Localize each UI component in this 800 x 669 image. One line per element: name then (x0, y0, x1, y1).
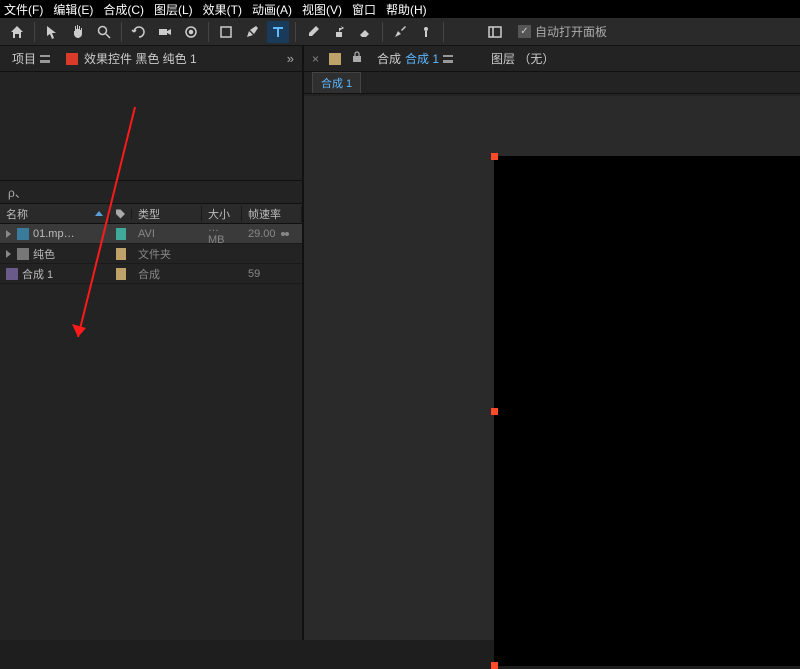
home-icon[interactable] (6, 21, 28, 43)
tab-effect-controls-label: 效果控件 黑色 纯色 1 (84, 50, 197, 67)
menu-layer[interactable]: 图层(L) (154, 1, 193, 18)
menu-bar: 文件(F) 编辑(E) 合成(C) 图层(L) 效果(T) 动画(A) 视图(V… (0, 0, 800, 18)
panel-menu-icon[interactable] (40, 55, 50, 63)
selection-handle[interactable] (491, 153, 498, 160)
tab-layer-viewer[interactable]: 图层 （无） (487, 48, 558, 69)
comp-name-label: 合成 1 (405, 50, 439, 67)
selection-tool-icon[interactable] (41, 21, 63, 43)
clone-stamp-tool-icon[interactable] (328, 21, 350, 43)
folder-icon (17, 248, 29, 260)
checkbox-icon: ✓ (518, 25, 531, 38)
col-framerate[interactable]: 帧速率 (242, 206, 302, 222)
project-panel: 项目 效果控件 黑色 纯色 1 » ρ、 名称 类型 大小 帧速率 01.mp…… (0, 46, 304, 640)
disclosure-icon (6, 230, 11, 238)
pan-behind-tool-icon[interactable] (180, 21, 202, 43)
label-swatch-icon (116, 248, 126, 260)
viewer-close-icon[interactable]: × (312, 52, 319, 66)
selection-handle[interactable] (491, 408, 498, 415)
col-type[interactable]: 类型 (132, 206, 202, 222)
menu-effect[interactable]: 效果(T) (203, 1, 242, 18)
auto-open-panel-label: 自动打开面板 (535, 23, 607, 40)
project-search[interactable]: ρ、 (0, 180, 302, 204)
panel-toggle-icon[interactable] (484, 21, 506, 43)
tab-composition-viewer[interactable]: 合成 合成 1 (373, 48, 457, 69)
menu-file[interactable]: 文件(F) (4, 1, 43, 18)
subtab-composition[interactable]: 合成 1 (312, 72, 361, 93)
tab-project-label: 项目 (12, 50, 36, 67)
label-swatch-icon (116, 268, 126, 280)
composition-viewer-panel: × 合成 合成 1 图层 （无） 合成 1 a (304, 46, 800, 640)
menu-view[interactable]: 视图(V) (302, 1, 342, 18)
video-file-icon (17, 228, 29, 240)
eraser-tool-icon[interactable] (354, 21, 376, 43)
hand-tool-icon[interactable] (67, 21, 89, 43)
rectangle-tool-icon[interactable] (215, 21, 237, 43)
col-size[interactable]: 大小 (202, 206, 242, 222)
menu-help[interactable]: 帮助(H) (386, 1, 427, 18)
camera-tool-icon[interactable] (154, 21, 176, 43)
menu-edit[interactable]: 编辑(E) (53, 1, 93, 18)
layer-viewer-label: 图层 （无） (491, 50, 554, 67)
col-label[interactable] (110, 209, 132, 219)
search-icon: ρ、 (8, 184, 27, 201)
disclosure-icon (6, 250, 11, 258)
tab-effect-controls[interactable]: 效果控件 黑色 纯色 1 (62, 48, 201, 69)
overflow-icon[interactable]: » (287, 51, 294, 66)
puppet-pin-tool-icon[interactable] (415, 21, 437, 43)
project-item-video[interactable]: 01.mp… AVI … MB 29.00 (0, 224, 302, 244)
orbit-tool-icon[interactable] (128, 21, 150, 43)
project-item-composition[interactable]: 合成 1 合成 59 (0, 264, 302, 284)
color-swatch-icon (66, 53, 78, 65)
pen-tool-icon[interactable] (241, 21, 263, 43)
label-swatch-icon (329, 53, 341, 65)
project-item-folder[interactable]: 纯色 文件夹 (0, 244, 302, 264)
brush-tool-icon[interactable] (302, 21, 324, 43)
sort-asc-icon (95, 211, 103, 216)
roto-brush-tool-icon[interactable] (389, 21, 411, 43)
zoom-tool-icon[interactable] (93, 21, 115, 43)
menu-composition[interactable]: 合成(C) (103, 1, 144, 18)
composition-canvas[interactable]: a (494, 156, 800, 666)
linked-icon (280, 229, 290, 239)
auto-open-panel-checkbox[interactable]: ✓ 自动打开面板 (518, 23, 607, 40)
tab-project[interactable]: 项目 (8, 48, 54, 69)
menu-animation[interactable]: 动画(A) (252, 1, 292, 18)
panel-menu-icon[interactable] (443, 55, 453, 63)
comp-prefix-label: 合成 (377, 50, 401, 67)
viewer-canvas-area[interactable]: a (304, 96, 800, 640)
type-tool-icon[interactable] (267, 21, 289, 43)
col-name[interactable]: 名称 (0, 206, 110, 222)
composition-icon (6, 268, 18, 280)
menu-window[interactable]: 窗口 (352, 1, 376, 18)
selection-handle[interactable] (491, 662, 498, 669)
project-columns-header: 名称 类型 大小 帧速率 (0, 204, 302, 224)
project-items: 01.mp… AVI … MB 29.00 纯色 文件夹 合成 1 合成 59 (0, 224, 302, 284)
lock-icon[interactable] (351, 51, 363, 66)
toolbar: ✓ 自动打开面板 (0, 18, 800, 46)
label-swatch-icon (116, 228, 126, 240)
project-preview-area (0, 72, 302, 180)
